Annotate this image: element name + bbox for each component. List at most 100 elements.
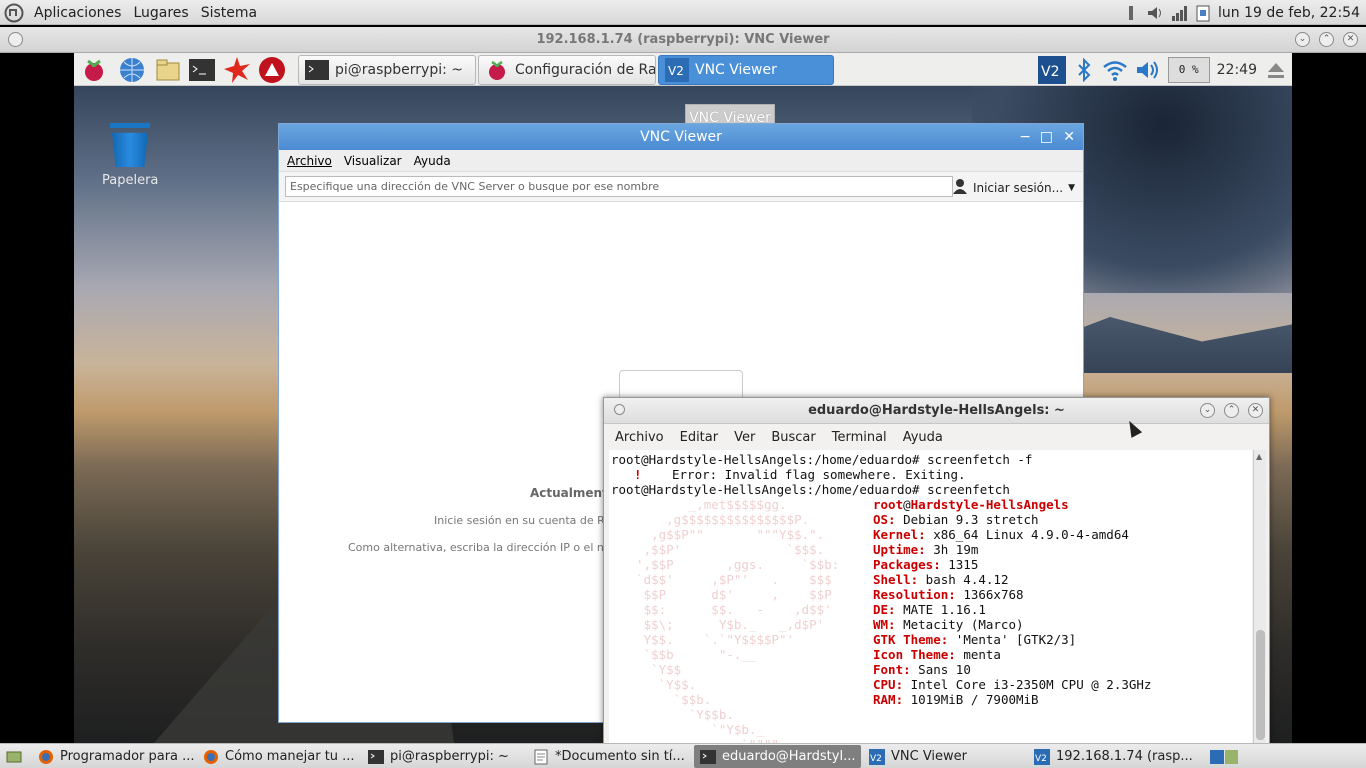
inner-titlebar[interactable]: VNC Viewer − □ ✕ xyxy=(279,124,1083,150)
ascii-logo-line: ,g$$P"" """Y$$.". xyxy=(621,527,825,542)
taskbar-item-active[interactable]: eduardo@Hardstyl... xyxy=(694,745,861,768)
inner-menu-ayuda[interactable]: Ayuda xyxy=(414,154,451,168)
svg-text:V2: V2 xyxy=(1041,64,1059,80)
error-mark: ! xyxy=(634,467,642,482)
system-info-key: Uptime: xyxy=(873,542,926,557)
terminal-menu-ayuda[interactable]: Ayuda xyxy=(903,430,943,445)
task-raspi-config[interactable]: Configuración de Ras... xyxy=(478,55,656,85)
wifi-icon[interactable] xyxy=(1102,58,1128,82)
menu-applications[interactable]: Aplicaciones xyxy=(32,5,123,21)
inner-menu-archivo[interactable]: Archivo xyxy=(287,154,332,168)
mate-logo-icon[interactable] xyxy=(4,3,24,23)
network-signal-icon[interactable] xyxy=(1170,4,1188,22)
vnc-server-icon[interactable]: V2 xyxy=(1037,55,1066,84)
taskbar-item-label: eduardo@Hardstyl... xyxy=(722,749,856,764)
terminal-menu-terminal[interactable]: Terminal xyxy=(832,430,887,445)
ascii-logo-line: _,met$$$$$gg. xyxy=(621,497,787,512)
svg-text:V2: V2 xyxy=(870,754,882,764)
system-info-value: 1315 xyxy=(940,557,979,572)
scroll-up-icon[interactable]: ▲ xyxy=(1256,452,1262,461)
taskbar-item[interactable]: Programador para ... xyxy=(32,745,195,768)
raspberry-menu-icon[interactable] xyxy=(80,56,108,84)
screen: Aplicaciones Lugares Sistema lun 19 de f… xyxy=(0,0,1366,768)
desktop-icon-trash[interactable]: Papelera xyxy=(102,123,158,188)
menu-places[interactable]: Lugares xyxy=(131,5,190,21)
accessibility-icon[interactable] xyxy=(1122,4,1140,22)
minimize-button[interactable]: ⌄ xyxy=(1295,32,1310,47)
browser-globe-icon[interactable] xyxy=(118,56,146,84)
system-info-key: Font: xyxy=(873,662,911,677)
menu-system[interactable]: Sistema xyxy=(199,5,259,21)
bluetooth-icon[interactable] xyxy=(1073,57,1095,82)
inner-close-button[interactable]: ✕ xyxy=(1063,124,1075,150)
ascii-logo-line: `$$b "-.__ xyxy=(621,647,757,662)
window-titlebar[interactable]: 192.168.1.74 (raspberrypi): VNC Viewer ⌄… xyxy=(0,27,1366,53)
pi-clock[interactable]: 22:49 xyxy=(1217,62,1257,78)
scrollbar-thumb[interactable] xyxy=(1256,630,1265,740)
close-button[interactable]: ✕ xyxy=(1343,32,1358,47)
task-terminal[interactable]: pi@raspberrypi: ~ xyxy=(298,55,476,85)
user-icon xyxy=(952,178,968,197)
speaker-icon[interactable] xyxy=(1135,58,1161,82)
inner-maximize-button[interactable]: □ xyxy=(1040,124,1053,150)
inner-menu-visualizar[interactable]: Visualizar xyxy=(344,154,402,168)
top-panel: Aplicaciones Lugares Sistema lun 19 de f… xyxy=(0,0,1366,25)
system-info-value: bash 4.4.12 xyxy=(918,572,1009,587)
clock[interactable]: lun 19 de feb, 22:54 xyxy=(1218,5,1360,21)
cpu-monitor[interactable]: 0 % xyxy=(1167,56,1210,83)
taskbar-item[interactable]: V2 192.168.1.74 (rasp... xyxy=(1028,745,1198,768)
chevron-down-icon: ▼ xyxy=(1068,182,1075,193)
file-manager-icon[interactable] xyxy=(154,56,182,84)
terminal-maximize-button[interactable]: ⌃ xyxy=(1224,403,1239,418)
system-info-row: Font: Sans 10 xyxy=(873,662,971,677)
system-info-row: Packages: 1315 xyxy=(873,557,978,572)
system-info-row: Icon Theme: menta xyxy=(873,647,1001,662)
firefox-icon xyxy=(203,749,219,765)
math-kernel-icon[interactable] xyxy=(223,56,251,84)
taskbar-item[interactable]: pi@raspberrypi: ~ xyxy=(362,745,525,768)
system-info-value: Intel Core i3-2350M CPU @ 2.3GHz xyxy=(903,677,1152,692)
workspace-icon xyxy=(1210,749,1238,765)
terminal-minimize-button[interactable]: ⌄ xyxy=(1200,403,1215,418)
inner-minimize-button[interactable]: − xyxy=(1019,124,1031,150)
workspace-switcher[interactable] xyxy=(1204,745,1238,768)
address-search-input[interactable]: Especifique una dirección de VNC Server … xyxy=(285,176,953,197)
ascii-logo-line: `$$b. xyxy=(621,692,712,707)
terminal-titlebar[interactable]: eduardo@Hardstyle-HellsAngels: ~ ⌄ ⌃ ✕ xyxy=(604,398,1269,424)
trash-can-body xyxy=(112,132,148,167)
taskbar-item[interactable]: *Documento sin tí... xyxy=(527,745,692,768)
ascii-logo-line: $$: $$. - ,d$$' xyxy=(621,602,832,617)
ascii-logo-line: `"Y$b._ xyxy=(621,722,764,737)
system-info-value: Metacity (Marco) xyxy=(895,617,1024,632)
wolfram-icon[interactable] xyxy=(258,56,286,84)
terminal-menu-editar[interactable]: Editar xyxy=(680,430,719,445)
taskbar-item[interactable]: V2 VNC Viewer xyxy=(863,745,1026,768)
system-info-key: Packages: xyxy=(873,557,941,572)
signin-button[interactable]: Iniciar sesión... ▼ xyxy=(952,178,1075,197)
system-info-value: Sans 10 xyxy=(910,662,971,677)
status-line-1: Inicie sesión en su cuenta de Rea xyxy=(434,514,618,527)
system-info-value: Debian 9.3 stretch xyxy=(895,512,1039,527)
terminal-close-button[interactable]: ✕ xyxy=(1248,403,1263,418)
terminal-line: Error: Invalid flag somewhere. Exiting. xyxy=(672,467,966,482)
clipboard-icon[interactable] xyxy=(1194,4,1212,22)
taskbar-item[interactable]: Cómo manejar tu ... xyxy=(197,745,360,768)
task-vnc-viewer[interactable]: V2 VNC Viewer xyxy=(658,55,834,85)
ascii-logo-line: `Y$$ xyxy=(621,662,682,677)
terminal-scrollbar[interactable]: ▲ xyxy=(1253,450,1266,743)
system-info-row: RAM: 1019MiB / 7900MiB xyxy=(873,692,1039,707)
terminal-menu-ver[interactable]: Ver xyxy=(734,430,755,445)
terminal-menu-buscar[interactable]: Buscar xyxy=(771,430,815,445)
volume-icon[interactable] xyxy=(1146,4,1164,22)
show-desktop-button[interactable] xyxy=(0,745,30,768)
system-info-value: 1019MiB / 7900MiB xyxy=(903,692,1039,707)
terminal-icon xyxy=(368,749,384,765)
terminal-icon[interactable] xyxy=(188,56,216,84)
ascii-logo-line: $$\; Y$b._ _,d$P' xyxy=(621,617,825,632)
ascii-logo-line: Y$$. `.`"Y$$$$P"' xyxy=(621,632,795,647)
eject-icon[interactable] xyxy=(1264,58,1288,82)
system-info-row: WM: Metacity (Marco) xyxy=(873,617,1024,632)
terminal-menu-archivo[interactable]: Archivo xyxy=(615,430,664,445)
terminal-output[interactable]: root@Hardstyle-HellsAngels:/home/eduardo… xyxy=(609,450,1252,743)
maximize-button[interactable]: ⌃ xyxy=(1319,32,1334,47)
